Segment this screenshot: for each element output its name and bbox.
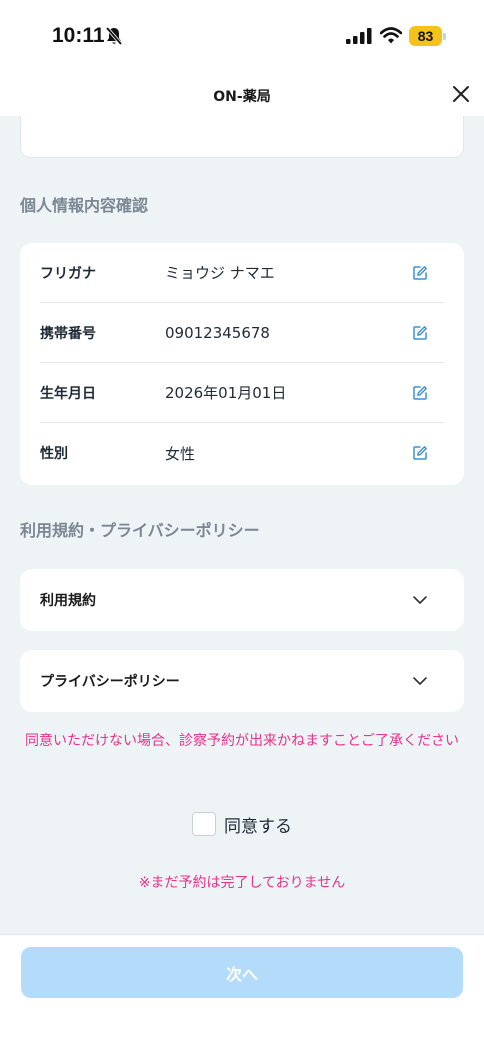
info-value: 女性 (165, 444, 196, 463)
battery-tip (443, 33, 446, 40)
agree-label[interactable]: 同意する (224, 812, 292, 837)
info-value: 2026年01月01日 (165, 384, 287, 402)
info-row-gender: 性別 女性 (40, 423, 444, 483)
info-value: 09012345678 (165, 323, 270, 342)
battery-indicator: 83 (409, 26, 442, 46)
agree-checkbox-row[interactable]: 同意する (0, 810, 484, 838)
footer: 次へ (0, 934, 484, 1050)
privacy-policy-accordion[interactable]: プライバシーポリシー (20, 650, 464, 712)
personal-info-card: フリガナ ミョウジ ナマエ 携帯番号 09012345678 生年月日 2026… (20, 243, 464, 485)
scroll-content[interactable]: 個人情報内容確認 フリガナ ミョウジ ナマエ 携帯番号 09012345678 … (0, 116, 484, 934)
info-row-birthdate: 生年月日 2026年01月01日 (40, 363, 444, 423)
next-button[interactable]: 次へ (21, 947, 463, 998)
privacy-policy-label: プライバシーポリシー (40, 674, 180, 690)
policies-section-title: 利用規約・プライバシーポリシー (20, 521, 260, 540)
agree-checkbox[interactable] (192, 812, 216, 836)
status-bar: 10:11 83 (0, 0, 484, 72)
edit-icon[interactable] (412, 325, 428, 341)
info-label: フリガナ (40, 265, 96, 282)
previous-section-card (20, 116, 464, 158)
chevron-down-icon (413, 677, 427, 685)
info-row-phone: 携帯番号 09012345678 (40, 303, 444, 363)
info-label: 生年月日 (40, 385, 96, 402)
consent-notice: 同意いただけない場合、診察予約が出来かねますことご了承ください (25, 733, 459, 749)
status-time: 10:11 (52, 24, 105, 47)
cellular-signal-icon (346, 28, 372, 44)
navigation-bar: ON-薬局 (0, 72, 484, 116)
info-label: 携帯番号 (40, 325, 96, 342)
wifi-icon (380, 27, 402, 44)
edit-icon[interactable] (412, 445, 428, 461)
info-value: ミョウジ ナマエ (165, 264, 275, 282)
personal-info-section-title: 個人情報内容確認 (20, 196, 149, 215)
reservation-warning: ※まだ予約は完了しておりません (138, 875, 346, 891)
info-row-furigana: フリガナ ミョウジ ナマエ (40, 243, 444, 303)
info-label: 性別 (40, 446, 68, 462)
page-title: ON-薬局 (213, 89, 271, 105)
edit-icon[interactable] (412, 265, 428, 281)
edit-icon[interactable] (412, 385, 428, 401)
terms-label: 利用規約 (40, 593, 96, 609)
close-icon[interactable] (452, 85, 470, 103)
chevron-down-icon (413, 596, 427, 604)
bell-muted-icon (105, 26, 123, 46)
terms-accordion[interactable]: 利用規約 (20, 569, 464, 631)
battery-level: 83 (417, 28, 434, 44)
